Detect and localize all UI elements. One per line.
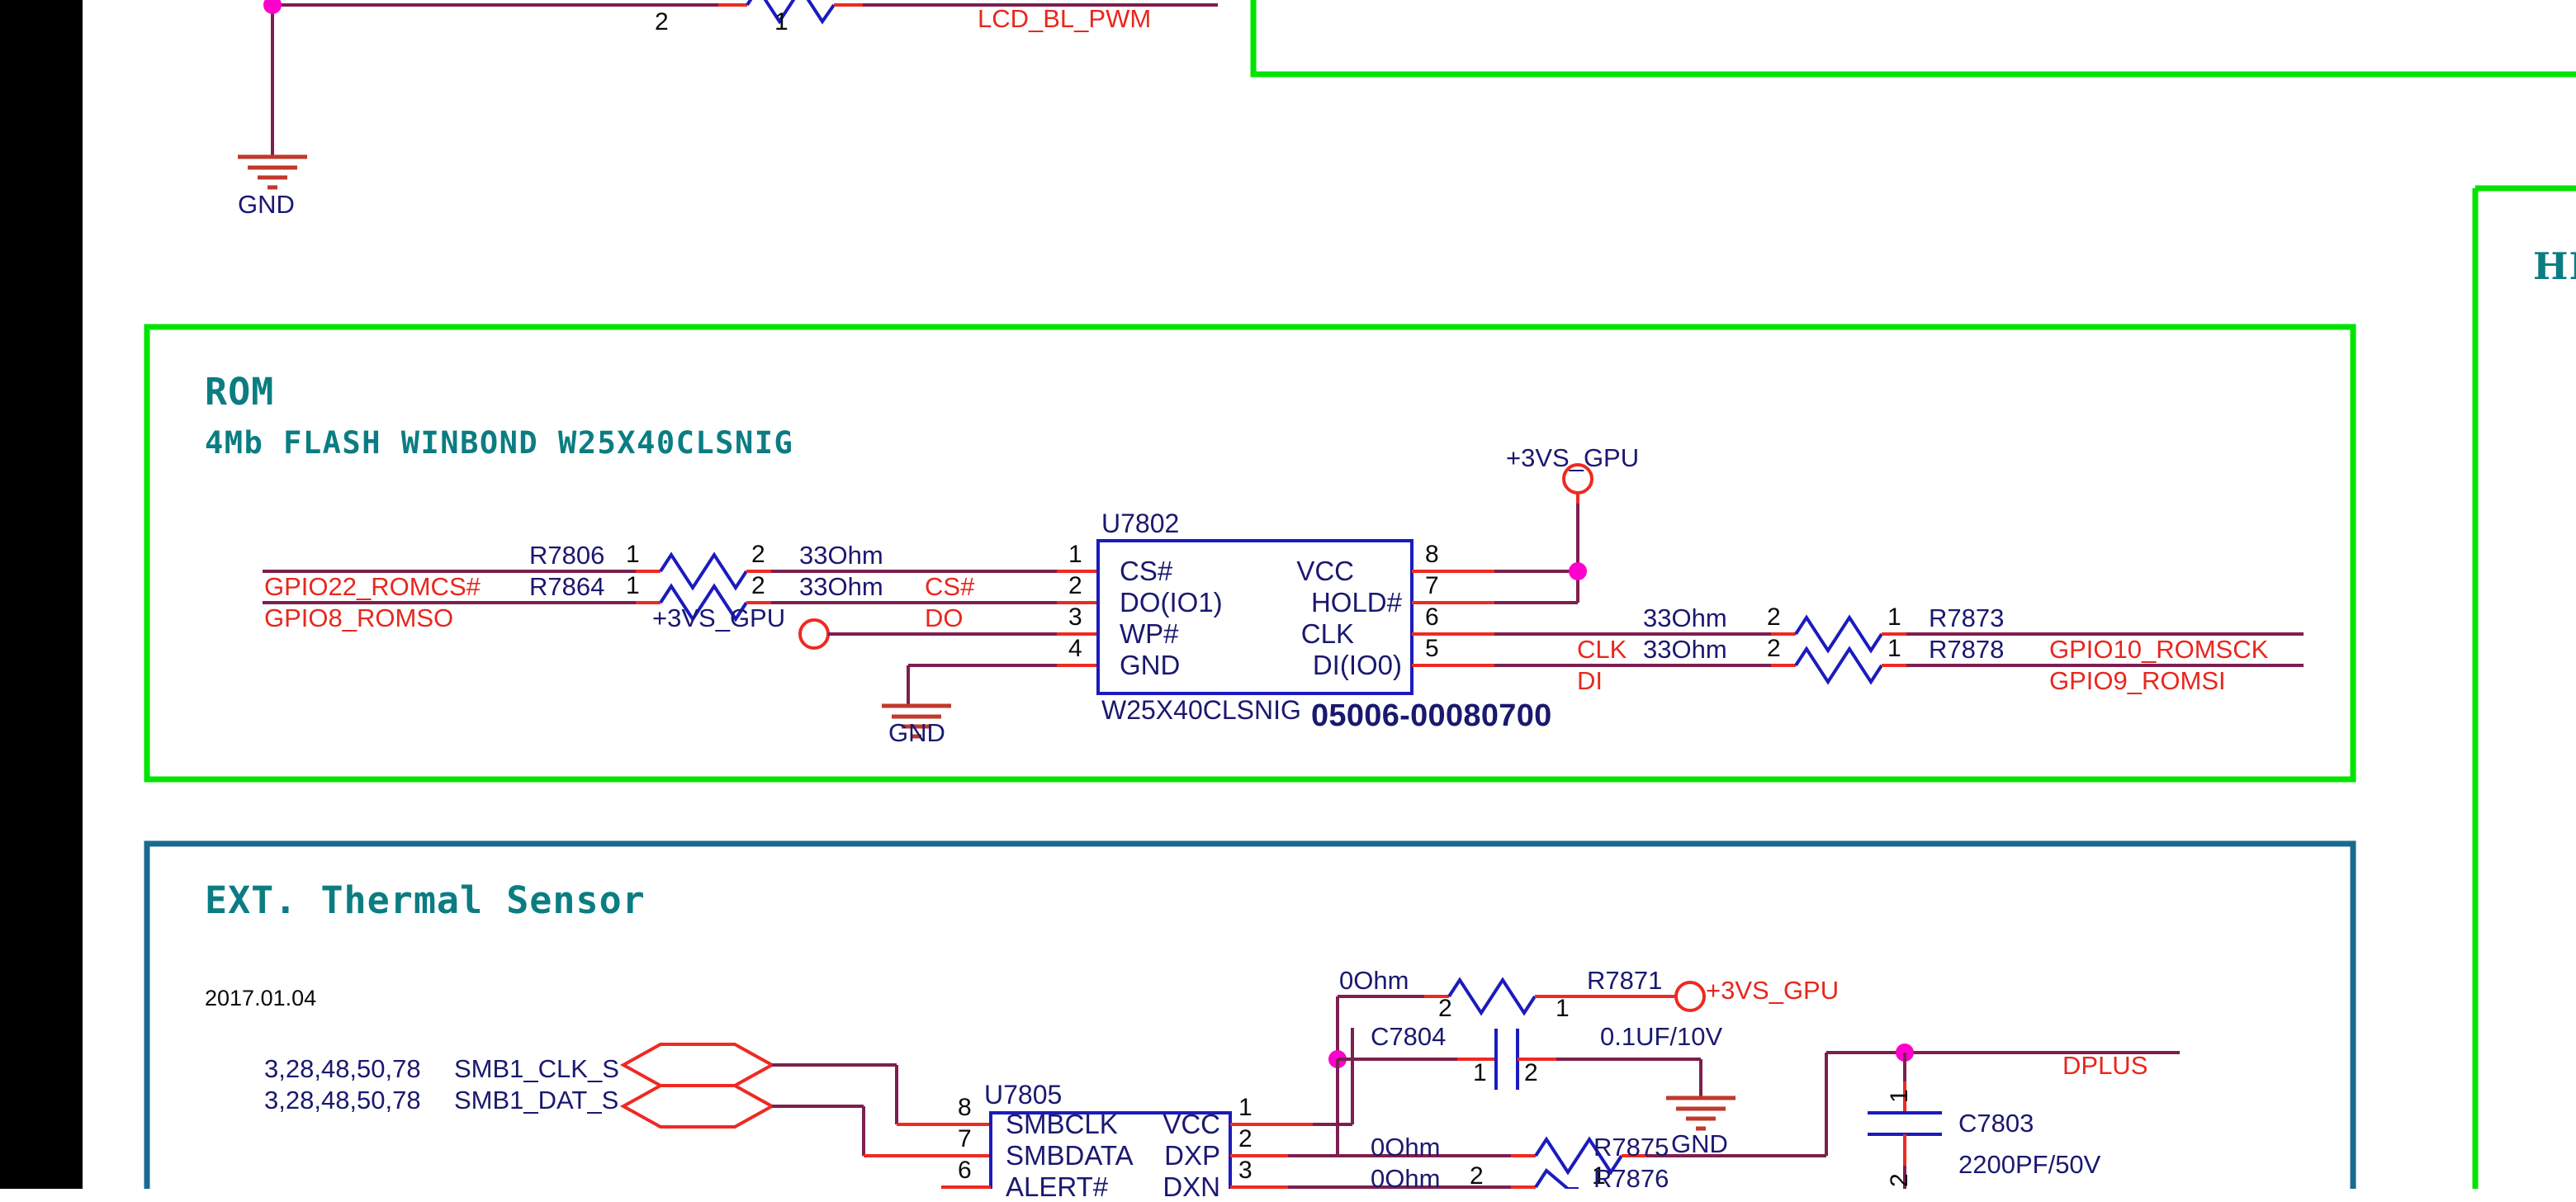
- u7805-pin-7-name: SMBDATA: [1006, 1140, 1134, 1171]
- c7803-pin-2: 2: [1886, 1173, 1913, 1187]
- r7875-value: 0Ohm: [1371, 1133, 1441, 1162]
- gnd-label-rom: GND: [888, 718, 945, 747]
- u7805-pin-2-num: 2: [1238, 1125, 1252, 1152]
- net-label-lcd-bl-pwm: LCD_BL_PWM: [978, 4, 1152, 33]
- r7864-pin-left: 1: [626, 572, 640, 599]
- thermal-section-date: 2017.01.04: [205, 986, 317, 1010]
- resistor-ref-r7878: R7878: [1929, 635, 2005, 664]
- resistor-ref-r7876: R7876: [1593, 1164, 1669, 1193]
- r7806-value: 33Ohm: [799, 541, 883, 570]
- r7873-value: 33Ohm: [1643, 603, 1727, 632]
- net-label-gpio9-romsi: GPIO9_ROMSI: [2049, 666, 2226, 695]
- u7802-pin-2-name: DO(IO1): [1120, 587, 1223, 618]
- r7873-pin-left: 2: [1767, 603, 1781, 631]
- sheet-ref-clk: 3,28,48,50,78: [264, 1054, 421, 1083]
- u7805-pin-1-num: 1: [1238, 1094, 1252, 1121]
- resistor-ref-r7806: R7806: [529, 541, 605, 570]
- signal-label-di: DI: [1577, 666, 1603, 695]
- u7802-pin-5-num: 5: [1425, 635, 1439, 662]
- power-port-3vs-gpu-wp: +3VS_GPU: [652, 603, 786, 632]
- net-label-gpio10-romsck: GPIO10_ROMSCK: [2049, 635, 2269, 664]
- u7802-pin-3-num: 3: [1068, 603, 1082, 631]
- r7871-pin-right: 1: [1556, 995, 1570, 1022]
- u7805-pin-6-name: ALERT#: [1006, 1171, 1109, 1202]
- r7864-value: 33Ohm: [799, 572, 883, 601]
- r7806-pin-left: 1: [626, 541, 640, 568]
- bus-net-smb1-dat-s: SMB1_DAT_S: [454, 1086, 619, 1114]
- top-resistor-pin-right: 1: [774, 8, 788, 35]
- bus-net-smb1-clk-s: SMB1_CLK_S: [454, 1054, 619, 1083]
- r7864-pin-right: 2: [751, 572, 765, 599]
- r7873-pin-right: 1: [1887, 603, 1901, 631]
- sheet-ref-dat: 3,28,48,50,78: [264, 1086, 421, 1114]
- u7802-pin-1-name: CS#: [1120, 556, 1173, 586]
- chip-ref-u7805: U7805: [984, 1080, 1063, 1110]
- r7878-pin-right: 1: [1887, 635, 1901, 662]
- u7805-pin-3-num: 3: [1238, 1157, 1252, 1184]
- r7875-pin-left: 2: [1470, 1162, 1484, 1190]
- gnd-label-thermal: GND: [1671, 1129, 1728, 1158]
- gnd-label-top: GND: [238, 190, 295, 219]
- chip-ref-u7802: U7802: [1101, 509, 1180, 538]
- resistor-ref-r7871: R7871: [1587, 966, 1663, 995]
- signal-label-do: DO: [925, 603, 964, 632]
- c7804-value: 0.1UF/10V: [1600, 1022, 1723, 1051]
- u7802-pin-7-num: 7: [1425, 572, 1439, 599]
- chip-part-w25x40clsnig: W25X40CLSNIG: [1101, 695, 1301, 725]
- r7878-pin-left: 2: [1767, 635, 1781, 662]
- c7803-pin-1: 1: [1886, 1089, 1913, 1103]
- u7802-pin-6-num: 6: [1425, 603, 1439, 631]
- u7802-pin-4-num: 4: [1068, 635, 1082, 662]
- u7802-pin-2-num: 2: [1068, 572, 1082, 599]
- net-label-gpio8-romso: GPIO8_ROMSO: [264, 603, 454, 632]
- u7805-pin-8-name: SMBCLK: [1006, 1109, 1118, 1139]
- u7802-pin-3-name: WP#: [1120, 618, 1179, 649]
- rom-section-title: ROM: [205, 370, 275, 414]
- resistor-ref-r7864: R7864: [529, 572, 605, 601]
- rom-section-subtitle: 4Mb FLASH WINBOND W25X40CLSNIG: [205, 425, 794, 461]
- c7803-value: 2200PF/50V: [1958, 1150, 2101, 1179]
- r7871-value: 0Ohm: [1339, 966, 1409, 995]
- resistor-ref-r7875: R7875: [1593, 1133, 1669, 1162]
- top-resistor-pin-left: 2: [655, 8, 669, 35]
- right-block-title-partial: HI: [2533, 244, 2576, 288]
- u7805-pin-2-name: DXP: [1164, 1140, 1220, 1171]
- cap-ref-c7804: C7804: [1371, 1022, 1447, 1051]
- c7804-pin-2: 2: [1524, 1059, 1538, 1086]
- power-port-3vs-gpu-rom: +3VS_GPU: [1506, 443, 1640, 472]
- r7876-value: 0Ohm: [1371, 1164, 1441, 1193]
- cap-ref-c7803: C7803: [1958, 1109, 2034, 1138]
- u7802-pin-8-num: 8: [1425, 541, 1439, 568]
- thermal-section-title: EXT. Thermal Sensor: [205, 878, 646, 922]
- power-port-3vs-gpu-thermal: +3VS_GPU: [1706, 976, 1840, 1005]
- u7802-pin-1-num: 1: [1068, 541, 1082, 568]
- signal-label-cs: CS#: [925, 572, 975, 601]
- signal-label-clk: CLK: [1577, 635, 1627, 664]
- chip-part-number: 05006-00080700: [1311, 698, 1552, 733]
- schematic-sheet: .wr{stroke:#ee2a22;stroke-width:4;fill:n…: [0, 0, 2576, 1200]
- u7805-pin-1-name: VCC: [1163, 1109, 1220, 1139]
- resistor-ref-r7873: R7873: [1929, 603, 2005, 632]
- u7805-pin-7-num: 7: [958, 1125, 972, 1152]
- u7802-pin-4-name: GND: [1120, 650, 1181, 680]
- r7871-pin-left: 2: [1438, 995, 1452, 1022]
- u7805-pin-3-name: DXN: [1163, 1171, 1220, 1202]
- u7802-pin-6-name: CLK: [1300, 618, 1354, 649]
- u7802-pin-5-name: DI(IO0): [1312, 650, 1402, 680]
- net-label-dplus: DPLUS: [2062, 1051, 2148, 1080]
- r7806-pin-right: 2: [751, 541, 765, 568]
- c7804-pin-1: 1: [1473, 1059, 1487, 1086]
- u7805-pin-6-num: 6: [958, 1157, 972, 1184]
- net-label-gpio22-romcs: GPIO22_ROMCS#: [264, 572, 481, 601]
- u7802-pin-7-name: HOLD#: [1310, 587, 1402, 618]
- r7878-value: 33Ohm: [1643, 635, 1727, 664]
- u7802-pin-8-name: VCC: [1296, 556, 1354, 586]
- u7805-pin-8-num: 8: [958, 1094, 972, 1121]
